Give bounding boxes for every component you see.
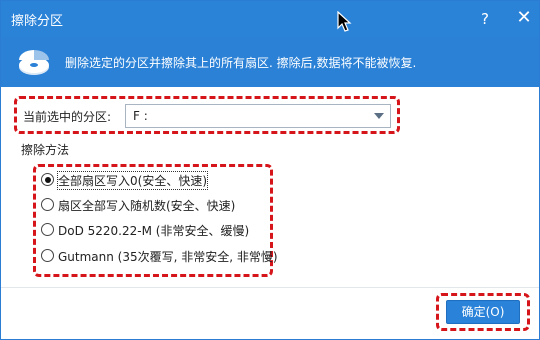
mouse-cursor-icon <box>337 11 352 32</box>
window-title: 擦除分区 <box>11 14 64 29</box>
partition-select[interactable]: F : <box>125 104 391 128</box>
radio-button[interactable] <box>41 223 54 236</box>
ok-button[interactable]: 确定(O) <box>446 300 520 324</box>
info-text: 删除选定的分区并擦除其上的所有扇区. 擦除后,数据将不能被恢复. <box>65 56 417 70</box>
title-bar: 擦除分区 ? ✕ <box>1 1 539 37</box>
wipe-partition-dialog: 擦除分区 ? ✕ 删除选定的分区并擦除其上的所有扇区. 擦除后,数据将不能被恢复… <box>0 0 540 340</box>
footer-divider <box>1 287 539 288</box>
chevron-down-icon[interactable] <box>374 113 384 119</box>
close-button[interactable]: ✕ <box>513 7 535 29</box>
radio-button[interactable] <box>41 249 54 262</box>
radio-button[interactable] <box>41 198 54 211</box>
partition-select-value: F : <box>133 109 148 123</box>
wipe-option-label: 全部扇区写入0(安全、快速) <box>57 171 208 190</box>
partition-label: 当前选中的分区: <box>23 110 112 124</box>
wipe-option-dod[interactable]: DoD 5220.22-M (非常安全、缓慢) <box>41 221 251 239</box>
radio-button[interactable] <box>41 173 54 186</box>
wipe-option-gutmann[interactable]: Gutmann (35次覆写, 非常安全, 非常慢) <box>41 247 278 265</box>
help-button[interactable]: ? <box>475 8 495 30</box>
wipe-option-label: Gutmann (35次覆写, 非常安全, 非常慢) <box>58 250 278 264</box>
wipe-option-random[interactable]: 扇区全部写入随机数(安全、快速) <box>41 196 241 214</box>
wipe-option-label: 扇区全部写入随机数(安全、快速) <box>58 199 236 213</box>
wipe-method-title: 擦除方法 <box>21 143 70 157</box>
wipe-option-zero[interactable]: 全部扇区写入0(安全、快速) <box>41 171 211 190</box>
disk-wipe-icon <box>19 50 49 75</box>
wipe-option-label: DoD 5220.22-M (非常安全、缓慢) <box>58 224 250 238</box>
info-banner: 删除选定的分区并擦除其上的所有扇区. 擦除后,数据将不能被恢复. <box>1 37 539 87</box>
